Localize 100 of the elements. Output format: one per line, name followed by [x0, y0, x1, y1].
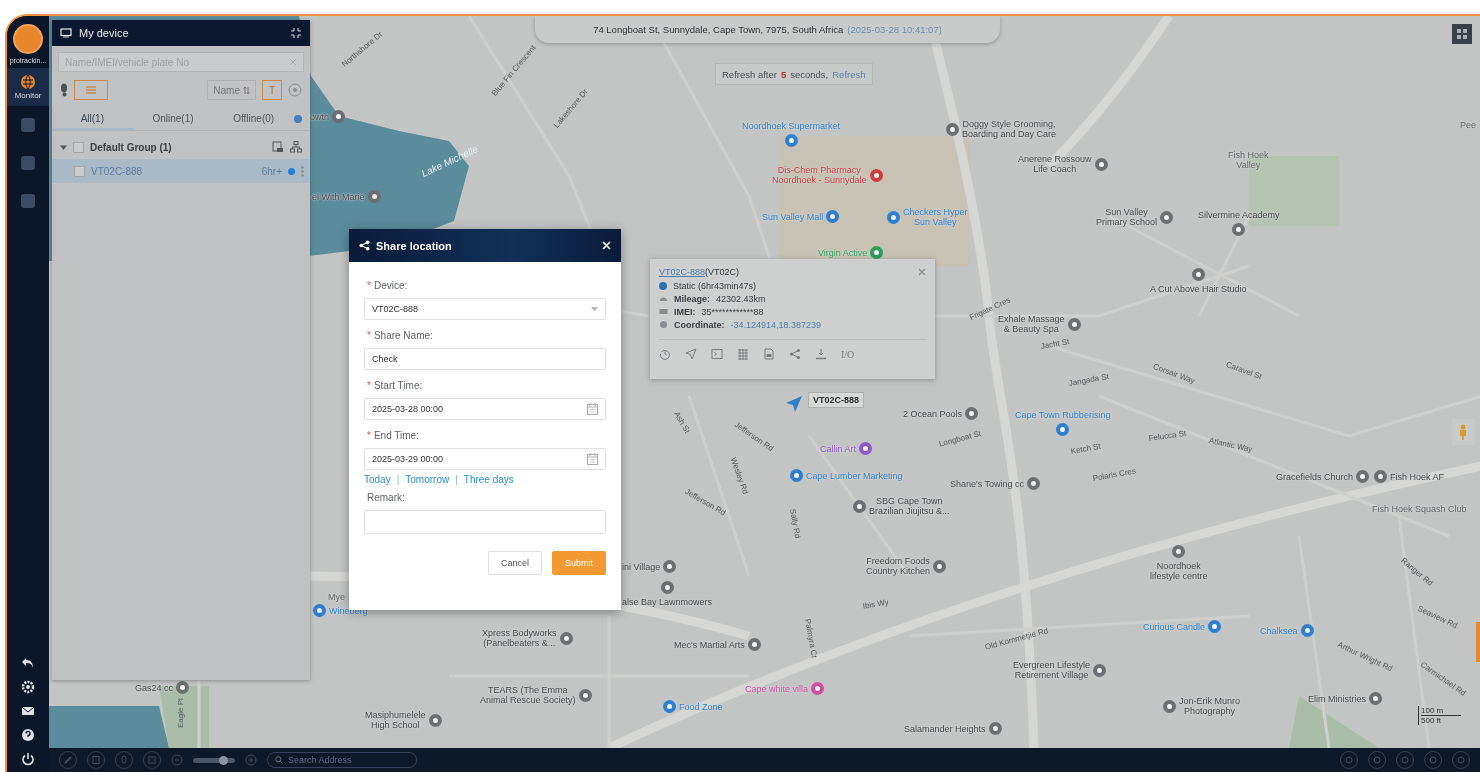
input-field[interactable]: Check	[364, 348, 606, 370]
date-shortcut-link[interactable]: Today	[364, 473, 391, 485]
place-pin-icon[interactable]	[1191, 268, 1205, 281]
calendar-icon	[587, 403, 598, 415]
field-label: End Time:	[373, 429, 419, 441]
collapse-icon[interactable]	[290, 27, 302, 39]
submit-button[interactable]: Submit	[552, 551, 606, 575]
device-link[interactable]: VT02C-888	[659, 267, 706, 277]
coordinate-link[interactable]: -34.124914,18.387239	[730, 319, 822, 330]
place-pin-icon[interactable]	[1163, 699, 1176, 713]
history-icon[interactable]	[659, 348, 671, 360]
date-shortcut-link[interactable]: Tomorrow	[405, 473, 450, 485]
device-select[interactable]: VT02C-888	[364, 298, 606, 320]
nav-item[interactable]: Monitor	[7, 68, 49, 106]
place-pin-icon[interactable]	[332, 110, 345, 123]
vehicle-arrow-icon[interactable]	[785, 395, 803, 413]
remark-field[interactable]	[364, 510, 606, 534]
filter-tab[interactable]: All(1)	[52, 108, 133, 130]
area-label: Fish Hoek Valley	[1228, 150, 1269, 170]
place-pin-icon[interactable]	[811, 682, 825, 695]
place-pin-icon[interactable]	[578, 688, 592, 702]
place-pin-icon[interactable]	[663, 700, 676, 713]
place-pin-icon[interactable]	[869, 168, 883, 182]
io-button[interactable]: I/O	[841, 348, 855, 360]
place-pin-icon[interactable]	[1374, 470, 1387, 483]
text-toggle-button[interactable]: T	[262, 80, 282, 100]
place-label: Freedom Foods Country Kitchen	[866, 556, 931, 576]
date-shortcut-link[interactable]: Three days	[463, 473, 514, 485]
place-pin-icon[interactable]	[784, 134, 798, 147]
timestamp: (2025-03-28 10:41:07)	[847, 24, 942, 35]
place-pin-icon[interactable]	[367, 190, 381, 203]
place-pin-icon[interactable]	[1160, 210, 1174, 224]
place-label: el With Marie	[312, 191, 365, 202]
document-icon[interactable]	[763, 348, 775, 360]
place-label: Curious Candle	[1143, 621, 1206, 632]
cancel-button[interactable]: Cancel	[487, 551, 542, 575]
filter-tab[interactable]: Online(1)	[132, 108, 214, 130]
place-pin-icon[interactable]	[870, 246, 884, 259]
refresh-link[interactable]: Refresh	[832, 68, 866, 80]
power-icon[interactable]	[21, 752, 35, 766]
place-pin-icon[interactable]	[1094, 157, 1108, 171]
place-pin-icon[interactable]	[853, 499, 866, 513]
place-pin-icon[interactable]	[887, 210, 900, 224]
place-pin-icon[interactable]	[1093, 663, 1107, 677]
place-label: Gas24 cc	[135, 682, 174, 693]
place-pin-icon[interactable]	[313, 604, 326, 617]
checkbox[interactable]	[73, 141, 84, 153]
place-pin-icon[interactable]	[933, 559, 947, 573]
map-layer-button[interactable]	[1452, 24, 1472, 44]
place-pin-icon[interactable]	[1208, 620, 1222, 633]
terminal-icon[interactable]	[711, 348, 723, 360]
filter-tab[interactable]: Offline(0)	[213, 108, 294, 130]
mail-icon[interactable]	[21, 704, 35, 718]
device-row[interactable]: VT02C-888 6hr+	[52, 159, 310, 183]
place-pin-icon[interactable]	[1056, 423, 1070, 436]
info-icon[interactable]	[294, 115, 302, 123]
pin-drop-icon[interactable]	[815, 348, 827, 360]
place-pin-icon[interactable]	[988, 722, 1002, 735]
grid-icon[interactable]	[737, 348, 749, 360]
back-icon[interactable]	[21, 656, 35, 670]
place-pin-icon[interactable]	[428, 713, 442, 727]
place-pin-icon[interactable]	[1369, 692, 1382, 705]
place-pin-icon[interactable]	[1172, 545, 1186, 558]
place-label: alse Bay Lawnmowers	[622, 597, 713, 607]
logo-icon	[13, 24, 43, 54]
place-pin-icon[interactable]	[1232, 223, 1246, 236]
share-icon[interactable]	[789, 348, 801, 360]
checkbox[interactable]	[74, 165, 85, 177]
place-pin-icon[interactable]	[747, 638, 761, 651]
place-label: Chalksea	[1260, 625, 1298, 636]
footprint-icon[interactable]	[60, 83, 68, 97]
place-pin-icon[interactable]	[176, 681, 190, 694]
place-pin-icon[interactable]	[859, 442, 872, 455]
date-field[interactable]: 2025-03-29 00:00	[364, 448, 606, 470]
place-pin-icon[interactable]	[1067, 317, 1081, 331]
navigation-icon[interactable]	[685, 348, 697, 360]
place-pin-icon[interactable]	[559, 631, 573, 645]
place-pin-icon[interactable]	[1356, 470, 1370, 483]
place-pin-icon[interactable]	[660, 581, 674, 594]
help-icon[interactable]	[21, 728, 35, 742]
vehicle-list-icon[interactable]	[272, 141, 284, 153]
place-pin-icon[interactable]	[663, 560, 677, 573]
place-pin-icon[interactable]	[790, 469, 803, 482]
sort-button[interactable]: Name	[207, 80, 256, 100]
place-pin-icon[interactable]	[946, 122, 959, 136]
place-pin-icon[interactable]	[1027, 477, 1041, 490]
zoom-slider[interactable]	[193, 757, 235, 763]
place-pin-icon[interactable]	[965, 407, 979, 420]
field-label: Share Name:	[373, 329, 433, 341]
place-label: Noordhoek Supermarket	[742, 121, 841, 131]
street-label: Corsair Way	[1151, 362, 1197, 386]
person-icon	[1459, 424, 1467, 440]
slider-thumb[interactable]	[219, 755, 229, 765]
date-field[interactable]: 2025-03-28 00:00	[364, 398, 606, 420]
street-label: Atlantic Way	[1208, 436, 1254, 454]
settings-icon[interactable]	[21, 680, 35, 694]
hierarchy-icon[interactable]	[290, 141, 302, 153]
expand-caret-icon[interactable]	[60, 143, 67, 151]
place-pin-icon[interactable]	[1300, 624, 1314, 637]
place-pin-icon[interactable]	[826, 210, 840, 223]
